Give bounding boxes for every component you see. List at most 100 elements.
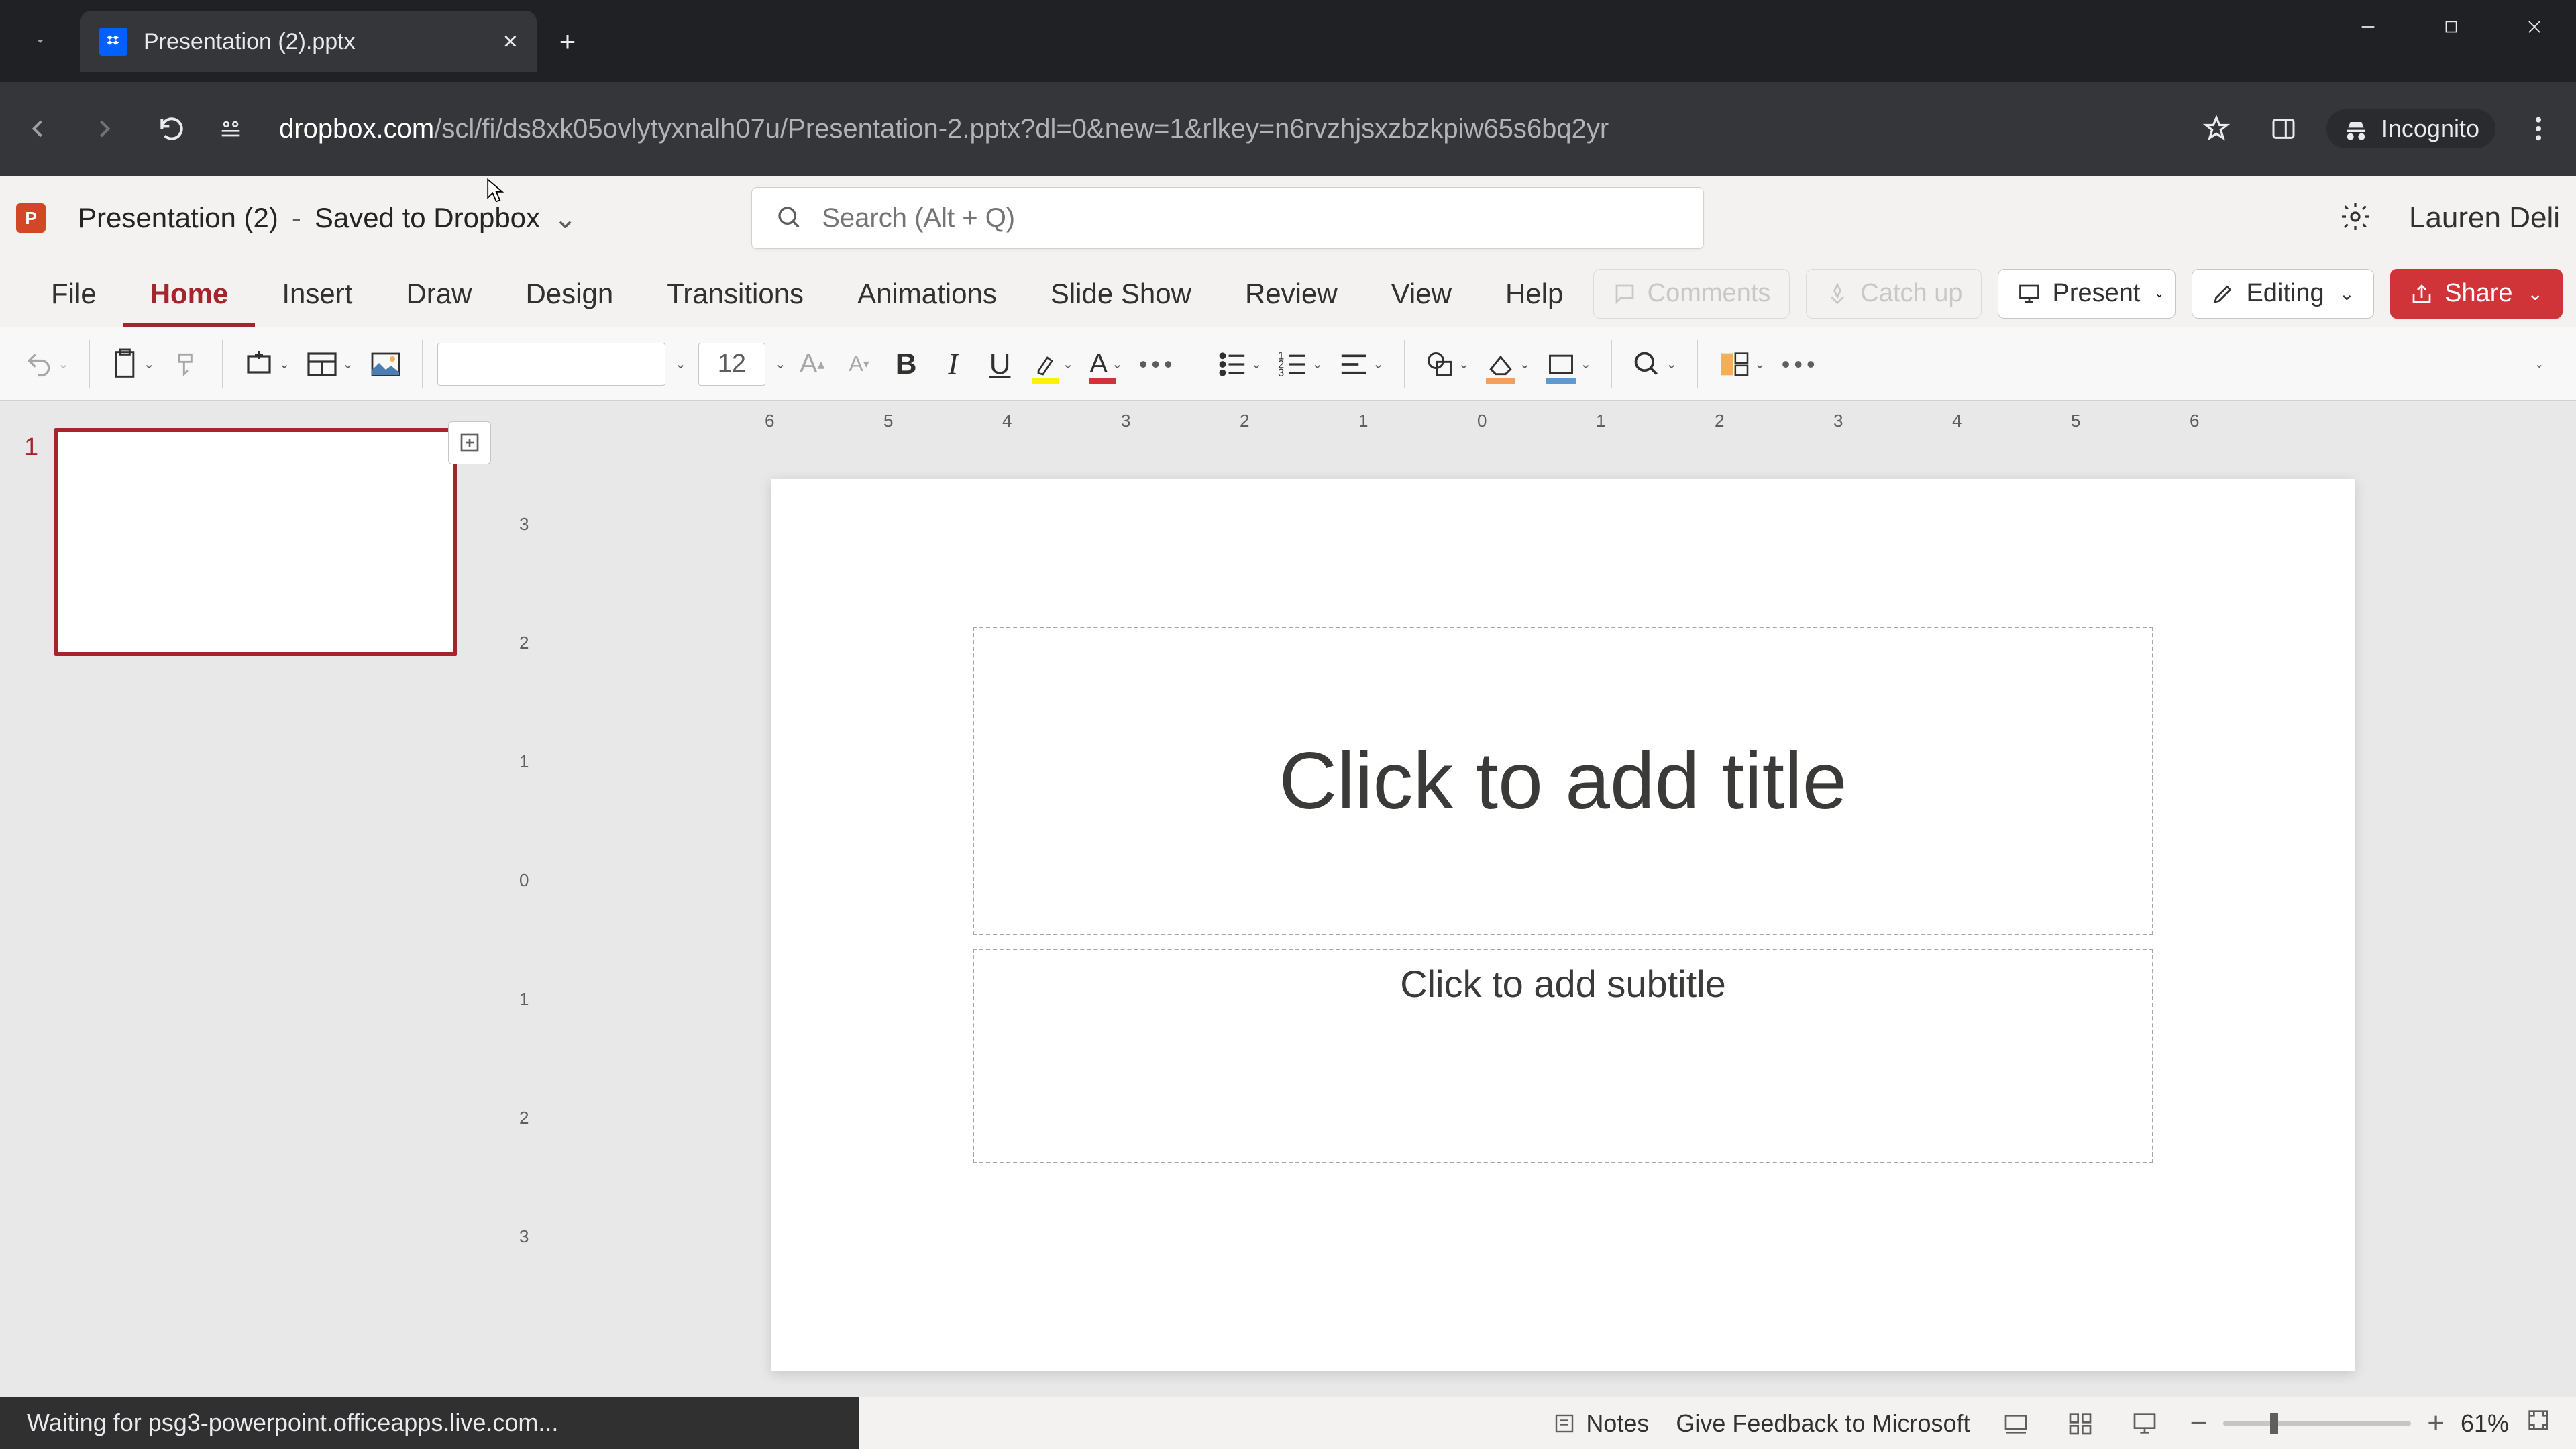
shape-outline-button[interactable]: ⌄ [1541, 340, 1597, 388]
sorter-view-icon[interactable] [2061, 1405, 2099, 1442]
photo-button[interactable] [364, 340, 407, 388]
new-slide-button[interactable]: ⌄ [237, 340, 296, 388]
tab-help[interactable]: Help [1479, 260, 1590, 327]
settings-gear-icon[interactable] [2339, 201, 2371, 236]
home-toolbar: ⌄ ⌄ ⌄ ⌄ ⌄ 12 ⌄ A▴ A▾ B I U ⌄ A⌄ ••• ⌄ 12… [0, 327, 2576, 401]
font-size-select[interactable]: 12 [698, 343, 765, 386]
incognito-icon [2343, 115, 2369, 142]
layout-button[interactable]: ⌄ [301, 340, 359, 388]
slideshow-view-icon[interactable] [2126, 1405, 2163, 1442]
browser-menu-icon[interactable] [2514, 105, 2563, 153]
search-box[interactable] [751, 187, 1704, 249]
highlight-button[interactable]: ⌄ [1026, 340, 1079, 388]
slide-thumbnail-row[interactable]: 1 [24, 428, 486, 656]
url-domain: dropbox.com [279, 114, 434, 144]
notes-button[interactable]: Notes [1552, 1409, 1649, 1438]
maximize-button[interactable] [2410, 0, 2493, 54]
pencil-icon [2211, 282, 2235, 306]
incognito-badge[interactable]: Incognito [2326, 109, 2496, 148]
app-title-bar: P Presentation (2) - Saved to Dropbox ⌄ … [0, 176, 2576, 260]
zoom-level[interactable]: 61% [2461, 1409, 2509, 1438]
font-color-button[interactable]: A⌄ [1084, 340, 1128, 388]
save-state: Saved to Dropbox [315, 202, 540, 234]
find-button[interactable]: ⌄ [1627, 340, 1682, 388]
font-name-select[interactable] [437, 343, 665, 386]
align-button[interactable]: ⌄ [1334, 340, 1389, 388]
more-font-icon[interactable]: ••• [1134, 340, 1182, 388]
feedback-link[interactable]: Give Feedback to Microsoft [1676, 1409, 1970, 1438]
close-window-button[interactable] [2493, 0, 2576, 54]
tab-title: Presentation (2).pptx [144, 29, 487, 55]
shrink-font-button[interactable]: A▾ [839, 340, 880, 388]
tab-animations[interactable]: Animations [830, 260, 1024, 327]
shapes-button[interactable]: ⌄ [1419, 340, 1475, 388]
reload-button[interactable] [148, 105, 196, 153]
tab-slide-show[interactable]: Slide Show [1024, 260, 1218, 327]
title-placeholder[interactable]: Click to add title [973, 627, 2153, 935]
grow-font-button[interactable]: A▴ [792, 340, 833, 388]
side-panel-icon[interactable] [2259, 105, 2308, 153]
horizontal-ruler: 6543210123456 [510, 401, 2576, 433]
document-title[interactable]: Presentation (2) - Saved to Dropbox ⌄ [78, 202, 577, 235]
share-icon [2410, 282, 2434, 306]
zoom-slider[interactable] [2223, 1421, 2411, 1426]
comments-button[interactable]: Comments [1593, 269, 1790, 319]
tab-insert[interactable]: Insert [255, 260, 379, 327]
notes-icon [1552, 1411, 1576, 1436]
forward-button[interactable] [80, 105, 129, 153]
zoom-out-button[interactable]: − [2190, 1407, 2208, 1440]
present-button[interactable]: Present [1998, 269, 2159, 319]
new-tab-button[interactable]: + [537, 11, 598, 72]
tab-review[interactable]: Review [1218, 260, 1364, 327]
catchup-button[interactable]: Catch up [1806, 269, 1982, 319]
ribbon-tabs: File Home Insert Draw Design Transitions… [0, 260, 2576, 327]
underline-button[interactable]: U [979, 340, 1021, 388]
bold-button[interactable]: B [885, 340, 927, 388]
present-icon [2017, 282, 2041, 306]
share-button[interactable]: Share ⌄ [2390, 269, 2563, 319]
editing-button[interactable]: Editing ⌄ [2192, 269, 2374, 319]
site-info-icon[interactable] [215, 113, 247, 145]
shape-fill-button[interactable]: ⌄ [1481, 340, 1536, 388]
user-name[interactable]: Lauren Deli [2409, 201, 2560, 235]
close-tab-icon[interactable]: × [503, 29, 518, 54]
slide-thumbnails-panel: 1 [0, 401, 510, 1397]
bookmark-star-icon[interactable] [2192, 105, 2241, 153]
browser-tab[interactable]: Presentation (2).pptx × [80, 11, 537, 72]
italic-button[interactable]: I [932, 340, 974, 388]
tab-search-button[interactable] [0, 0, 80, 82]
paste-button[interactable]: ⌄ [105, 340, 160, 388]
tab-design[interactable]: Design [498, 260, 640, 327]
chevron-down-icon: ⌄ [2528, 282, 2543, 305]
url-path: /scl/fi/ds8xk05ovlytyxnalh07u/Presentati… [434, 114, 1609, 144]
subtitle-placeholder[interactable]: Click to add subtitle [973, 949, 2153, 1163]
thumbnail-zoom-icon[interactable] [448, 421, 491, 464]
vertical-ruler: 3210123 [510, 433, 550, 1397]
zoom-in-button[interactable]: + [2427, 1407, 2445, 1440]
browser-nav-bar: dropbox.com/scl/fi/ds8xk05ovlytyxnalh07u… [0, 82, 2576, 176]
designer-button[interactable]: ⌄ [1713, 340, 1771, 388]
collapse-ribbon-icon[interactable]: ⌄ [2535, 358, 2557, 371]
tab-home[interactable]: Home [123, 260, 256, 327]
slide[interactable]: Click to add title Click to add subtitle [771, 479, 2355, 1371]
workspace: 1 6543210123456 3210123 Click to add tit… [0, 401, 2576, 1397]
format-painter-button[interactable] [166, 340, 207, 388]
slide-thumbnail[interactable] [54, 428, 457, 656]
tab-file[interactable]: File [24, 260, 123, 327]
slide-canvas-area[interactable]: Click to add title Click to add subtitle [550, 433, 2576, 1397]
address-bar[interactable]: dropbox.com/scl/fi/ds8xk05ovlytyxnalh07u… [266, 114, 2174, 144]
search-input[interactable] [822, 203, 1679, 233]
tab-view[interactable]: View [1364, 260, 1479, 327]
numbering-button[interactable]: 123⌄ [1273, 340, 1328, 388]
tab-draw[interactable]: Draw [379, 260, 498, 327]
fit-to-window-icon[interactable] [2525, 1407, 2552, 1440]
zoom-controls: − + 61% [2190, 1407, 2552, 1440]
undo-button[interactable]: ⌄ [19, 340, 74, 388]
more-commands-icon[interactable]: ••• [1776, 340, 1825, 388]
minimize-button[interactable] [2326, 0, 2410, 54]
tab-transitions[interactable]: Transitions [640, 260, 830, 327]
back-button[interactable] [13, 105, 62, 153]
normal-view-icon[interactable] [1997, 1405, 2035, 1442]
present-dropdown[interactable]: ⌄ [2143, 269, 2176, 319]
bullets-button[interactable]: ⌄ [1212, 340, 1268, 388]
